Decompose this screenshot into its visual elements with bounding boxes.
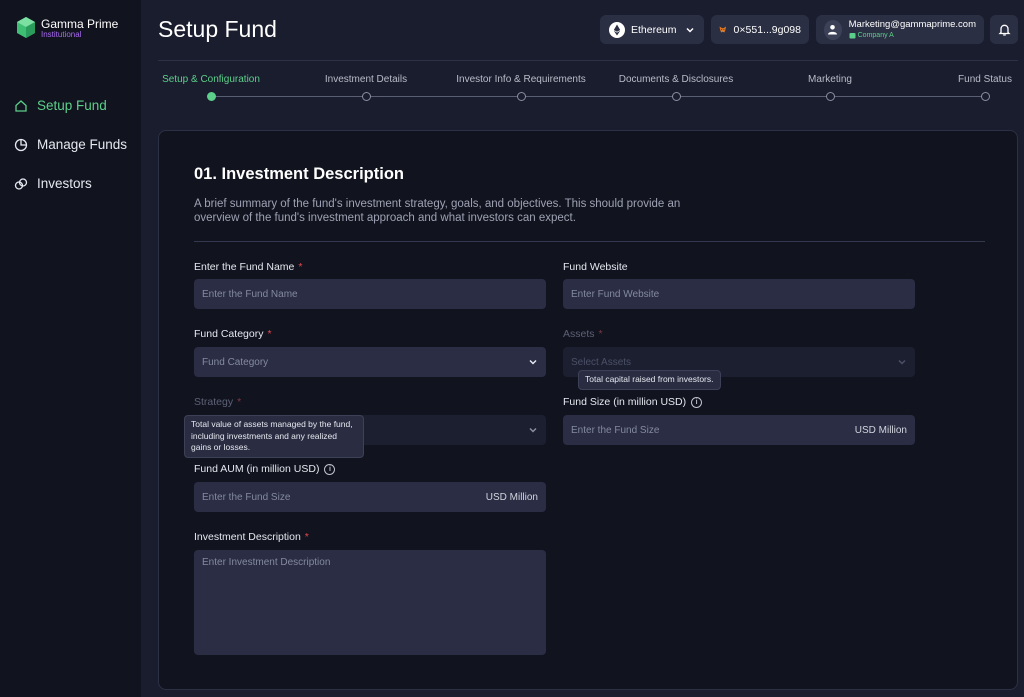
assets-label-text: Assets [563,328,595,340]
step-investment-details[interactable]: Investment Details [325,74,407,85]
assets-label: Assets * [563,328,603,340]
fund-aum-label-text: Fund AUM (in million USD) [194,463,320,475]
step-dot-investor-info [516,92,526,101]
progress-stepper: Setup & Configuration Investment Details… [158,72,1018,104]
gamma-prime-logo-icon [17,17,35,38]
fund-name-placeholder: Enter the Fund Name [202,288,298,300]
page-title: Setup Fund [158,16,277,42]
fund-size-label: Fund Size (in million USD) i [563,396,703,408]
step-setup-configuration[interactable]: Setup & Configuration [162,74,260,85]
fund-size-unit: USD Million [854,424,907,436]
info-icon[interactable]: i [691,396,703,408]
user-icon [828,25,838,35]
main-content: Setup Fund Ethereum 0×551...9g098 Market… [141,0,1024,697]
logo[interactable]: Gamma Prime Institutional [14,16,118,40]
required-marker: * [298,261,303,273]
link-icon [14,177,28,190]
section-divider [194,241,985,242]
account-menu[interactable]: Marketing@gammaprime.com Company A [816,15,984,44]
fund-name-label: Enter the Fund Name * [194,261,302,273]
fund-website-label-text: Fund Website [563,261,628,273]
fund-aum-placeholder: Enter the Fund Size [202,491,291,503]
fund-name-input[interactable]: Enter the Fund Name [194,279,546,309]
account-company: Company A [857,32,894,40]
required-marker: * [304,531,309,543]
building-icon [849,33,856,39]
sidebar-item-label: Manage Funds [37,137,128,152]
required-marker: * [267,328,272,340]
step-dot-marketing [825,92,835,101]
step-marketing[interactable]: Marketing [808,74,852,85]
chevron-down-icon [686,27,694,33]
notifications-button[interactable] [990,15,1018,44]
strategy-label: Strategy * [194,396,241,408]
fund-category-select[interactable]: Fund Category [194,347,546,377]
fund-aum-unit: USD Million [485,491,538,503]
sidebar: Gamma Prime Institutional Setup Fund Man… [0,0,141,697]
ethereum-icon [609,21,625,38]
fund-size-tooltip: Total capital raised from investors. [578,370,721,390]
required-marker: * [598,328,603,340]
fund-aum-input[interactable]: Enter the Fund Size USD Million [194,482,546,512]
step-fund-status[interactable]: Fund Status [958,74,1012,85]
brand-subtitle: Institutional [41,29,82,39]
fund-size-input[interactable]: Enter the Fund Size USD Million [563,415,915,445]
fund-aum-label: Fund AUM (in million USD) i [194,463,336,475]
sidebar-item-label: Investors [37,176,92,191]
fund-name-label-text: Enter the Fund Name [194,261,295,273]
step-dot-setup-configuration [206,92,216,101]
sidebar-item-setup-fund[interactable]: Setup Fund [14,98,107,113]
network-label: Ethereum [631,23,677,36]
avatar [824,19,842,40]
account-company-badge: Company A [849,32,976,39]
section-title: 01. Investment Description [194,165,404,183]
wallet-address: 0×551...9g098 [733,23,801,36]
wallet-button[interactable]: 0×551...9g098 [711,15,809,44]
pie-chart-icon [14,138,28,151]
step-dot-documents-disclosures [671,92,681,101]
info-icon[interactable]: i [324,463,336,475]
sidebar-item-label: Setup Fund [37,98,107,113]
metamask-fox-icon [719,26,727,33]
step-dot-investment-details [361,92,371,101]
bell-icon [997,24,1011,36]
fund-website-input[interactable]: Enter Fund Website [563,279,915,309]
aum-tooltip: Total value of assets managed by the fun… [184,415,364,458]
brand-name: Gamma Prime [41,16,119,31]
investment-description-label-text: Investment Description [194,531,301,543]
fund-size-label-text: Fund Size (in million USD) [563,396,687,408]
account-email: Marketing@gammaprime.com [848,18,976,30]
fund-size-placeholder: Enter the Fund Size [571,424,660,436]
fund-category-label: Fund Category * [194,328,272,340]
sidebar-item-investors[interactable]: Investors [14,176,92,191]
required-marker: * [237,396,242,408]
home-icon [15,99,27,112]
step-dot-fund-status [980,92,990,101]
fund-category-placeholder: Fund Category [202,356,269,368]
assets-placeholder: Select Assets [571,356,632,368]
network-selector[interactable]: Ethereum [600,15,704,44]
chevron-down-icon [529,427,537,433]
chevron-down-icon [898,359,906,365]
fund-website-placeholder: Enter Fund Website [571,288,660,300]
investment-description-card: 01. Investment Description A brief summa… [158,130,1018,690]
fund-website-label: Fund Website [563,261,628,273]
strategy-label-text: Strategy [194,396,234,408]
section-description: A brief summary of the fund's investment… [194,198,681,224]
header-divider [158,60,1018,61]
step-investor-info[interactable]: Investor Info & Requirements [456,74,586,85]
step-documents-disclosures[interactable]: Documents & Disclosures [619,74,733,85]
stepper-track [211,96,986,97]
investment-description-placeholder: Enter Investment Description [202,557,331,568]
investment-description-textarea[interactable]: Enter Investment Description [194,550,546,655]
fund-category-label-text: Fund Category [194,328,264,340]
investment-description-label: Investment Description * [194,531,309,543]
sidebar-item-manage-funds[interactable]: Manage Funds [14,137,127,152]
chevron-down-icon [529,359,537,365]
